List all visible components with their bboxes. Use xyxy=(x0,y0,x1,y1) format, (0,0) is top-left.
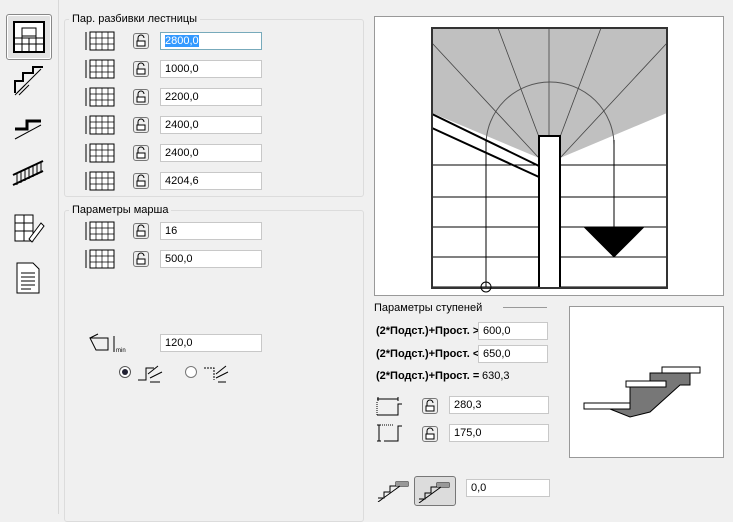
winder-type-a-icon xyxy=(138,365,163,383)
stair-width-icon xyxy=(85,87,115,107)
tread-depth-input[interactable]: 280,3 xyxy=(449,396,549,414)
flight-param-input[interactable]: 500,0 xyxy=(160,250,262,268)
split-params-title: Пар. разбивки лестницы xyxy=(69,13,201,25)
sidebar xyxy=(0,0,59,514)
flight-width-icon xyxy=(85,249,115,269)
stair-plan-drawing xyxy=(431,27,668,293)
split-param-input[interactable]: 2200,0 xyxy=(160,88,262,106)
right-length-icon xyxy=(85,143,115,163)
total-height-icon xyxy=(85,31,115,51)
edit-button[interactable] xyxy=(6,206,50,250)
step-profile-drawing xyxy=(583,366,701,418)
landing-button[interactable] xyxy=(6,104,50,148)
split-param-input[interactable]: 1000,0 xyxy=(160,60,262,78)
step-profile-preview xyxy=(569,306,724,458)
winder-type-b-icon xyxy=(204,365,229,383)
plan-view-button[interactable] xyxy=(6,14,52,60)
nosing-type-b-icon xyxy=(418,482,450,504)
split-param-lock-button[interactable] xyxy=(133,145,149,161)
svg-text:min: min xyxy=(116,348,126,354)
walkline-length-icon xyxy=(85,171,115,191)
split-param-input[interactable]: 2800,0 xyxy=(160,32,262,50)
landing-icon xyxy=(14,119,42,140)
nosing-type-b-button[interactable] xyxy=(414,476,456,506)
riser-height-icon xyxy=(377,424,402,442)
split-param-lock-button[interactable] xyxy=(133,89,149,105)
split-param-input[interactable]: 2400,0 xyxy=(160,116,262,134)
section-view-button[interactable] xyxy=(6,58,50,102)
split-param-lock-button[interactable] xyxy=(133,173,149,189)
pencil-grid-icon xyxy=(14,214,45,243)
riser-count-icon xyxy=(85,221,115,241)
split-param-input[interactable]: 4204,6 xyxy=(160,172,262,190)
first-flight-height-icon xyxy=(85,59,115,79)
nosing-type-a-icon xyxy=(377,481,409,502)
stair-plan-preview xyxy=(374,16,724,296)
rule-max-input[interactable]: 650,0 xyxy=(478,345,548,363)
rule-min-label: (2*Подст.)+Прост. >= xyxy=(376,325,486,337)
left-length-icon xyxy=(85,115,115,135)
split-param-lock-button[interactable] xyxy=(133,33,149,49)
nosing-input[interactable]: 0,0 xyxy=(466,479,550,497)
flight-param-lock-button[interactable] xyxy=(133,251,149,267)
split-param-lock-button[interactable] xyxy=(133,117,149,133)
stair-plan-icon xyxy=(13,21,45,53)
stair-section-icon xyxy=(14,66,43,96)
min-depth-input[interactable]: 120,0 xyxy=(160,334,262,352)
rule-current-value: 630,3 xyxy=(482,370,510,382)
tread-lock-button[interactable] xyxy=(422,398,438,414)
flight-params-title: Параметры марша xyxy=(69,204,172,216)
winder-option-b-radio[interactable] xyxy=(185,366,197,378)
split-param-input[interactable]: 2400,0 xyxy=(160,144,262,162)
rule-min-input[interactable]: 600,0 xyxy=(478,322,548,340)
railing-icon xyxy=(12,160,44,186)
riser-height-input[interactable]: 175,0 xyxy=(449,424,549,442)
flight-param-lock-button[interactable] xyxy=(133,223,149,239)
flight-param-input[interactable]: 16 xyxy=(160,222,262,240)
document-button[interactable] xyxy=(6,256,50,300)
split-param-lock-button[interactable] xyxy=(133,61,149,77)
railing-button[interactable] xyxy=(6,150,50,194)
step-params-title: Параметры ступеней xyxy=(374,302,483,314)
separator xyxy=(503,307,547,308)
document-icon xyxy=(16,262,40,294)
winder-option-a-radio[interactable] xyxy=(119,366,131,378)
tread-depth-icon xyxy=(376,397,402,416)
riser-lock-button[interactable] xyxy=(422,426,438,442)
rule-current-label: (2*Подст.)+Прост. = xyxy=(376,370,480,382)
min-depth-icon: min xyxy=(89,333,126,354)
rule-max-label: (2*Подст.)+Прост. <= xyxy=(376,348,486,360)
